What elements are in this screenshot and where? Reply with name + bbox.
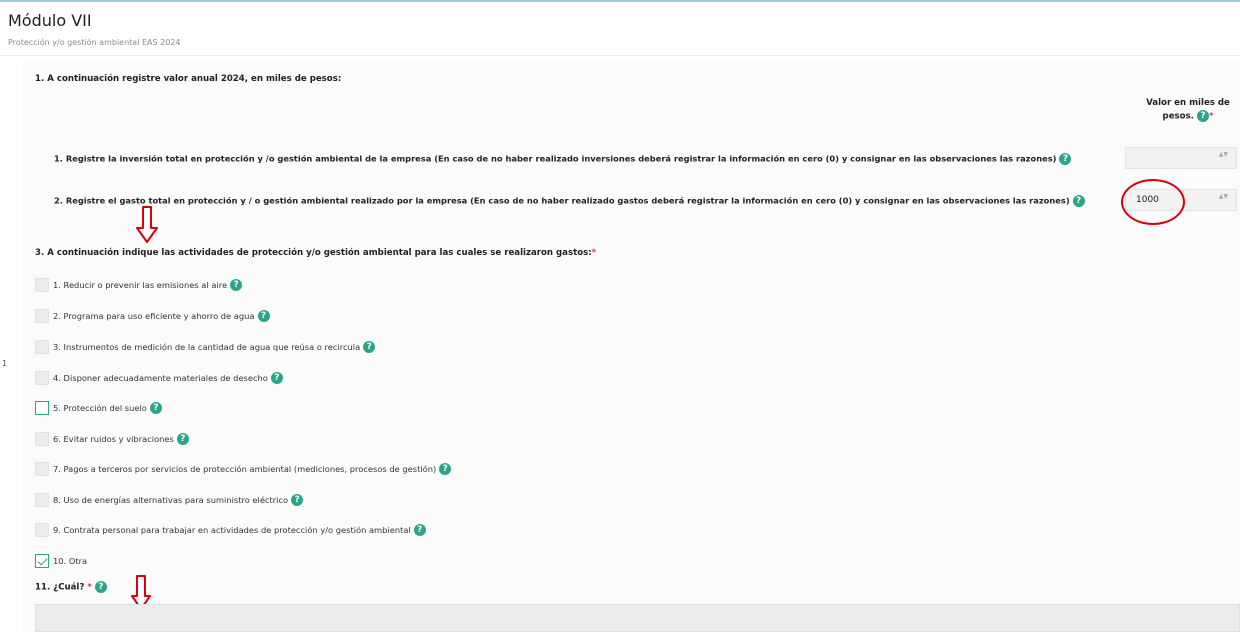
question-3-heading-text: 3. A continuación indique las actividade… [35,248,592,258]
option-7[interactable]: 7. Pagos a terceros por servicios de pro… [35,461,452,477]
help-icon[interactable]: ? [176,433,189,445]
option-label: 2. Programa para uso eficiente y ahorro … [53,311,255,321]
question-11-text: 11. ¿Cuál? [35,582,85,593]
checkbox[interactable] [35,432,49,446]
expense-row-label: 2. Registre el gasto total en protección… [54,195,1085,207]
option-2[interactable]: 2. Programa para uso eficiente y ahorro … [35,308,270,324]
option-3[interactable]: 3. Instrumentos de medición de la cantid… [35,339,376,355]
help-icon[interactable]: ? [270,372,283,384]
option-4[interactable]: 4. Disponer adecuadamente materiales de … [35,370,283,386]
checkbox[interactable] [35,309,49,323]
checkbox[interactable] [35,340,49,354]
required-marker: * [1208,111,1214,122]
value-column-header-line1: Valor en miles de [1146,98,1230,108]
help-icon[interactable]: ? [1196,110,1209,122]
module-subtitle: Protección y/o gestión ambiental EAS 202… [8,38,181,47]
option-6[interactable]: 6. Evitar ruidos y vibraciones? [35,431,189,447]
checkbox[interactable] [35,371,49,385]
annotation-arrow-icon [136,206,158,243]
option-label: 3. Instrumentos de medición de la cantid… [53,342,361,352]
help-icon[interactable]: ? [1072,195,1085,207]
checkbox[interactable] [35,523,49,537]
option-label: 6. Evitar ruidos y vibraciones [53,434,174,444]
checkbox[interactable] [35,278,49,292]
question-1-heading: 1. A continuación registre valor anual 2… [35,74,342,84]
module-title: Módulo VII [8,11,92,30]
value-column-header-text: pesos. [1162,111,1194,122]
checkbox[interactable] [35,493,49,507]
option-10[interactable]: 10. Otra [35,553,87,569]
option-label: 1. Reducir o prevenir las emisiones al a… [53,280,228,290]
help-icon[interactable]: ? [230,279,243,291]
help-icon[interactable]: ? [439,463,452,475]
expense-label-text: 2. Registre el gasto total en protección… [54,195,1070,206]
cual-textarea[interactable] [35,604,1240,632]
help-icon[interactable]: ? [363,341,376,353]
required-marker: * [87,582,92,593]
option-8[interactable]: 8. Uso de energías alternativas para sum… [35,492,304,508]
investment-input[interactable]: ▲▼ [1125,147,1237,169]
top-border [0,0,1240,2]
required-marker: * [591,248,597,258]
checkbox-checked[interactable] [35,554,49,568]
spinner-icon[interactable]: ▲▼ [1219,194,1228,200]
checkbox[interactable] [35,462,49,476]
option-1[interactable]: 1. Reducir o prevenir las emisiones al a… [35,277,243,293]
investment-row-label: 1. Registre la inversión total en protec… [54,153,1072,165]
investment-label-text: 1. Registre la inversión total en protec… [54,153,1057,164]
option-5[interactable]: 5. Protección del suelo? [35,400,162,416]
header-divider [0,55,1240,56]
help-icon[interactable]: ? [1059,153,1072,165]
question-3-heading: 3. A continuación indique las actividade… [35,248,596,258]
option-label: 10. Otra [53,556,88,566]
annotation-circle [1121,179,1185,225]
help-icon[interactable]: ? [257,310,270,322]
question-11-label: 11. ¿Cuál? *? [35,581,107,593]
help-icon[interactable]: ? [291,494,304,506]
edge-mark: 1 [2,359,8,368]
option-label: 5. Protección del suelo [53,403,147,413]
value-column-header-line2: pesos.? * [1136,110,1240,124]
option-label: 8. Uso de energías alternativas para sum… [53,495,289,505]
help-icon[interactable]: ? [149,402,162,414]
option-label: 7. Pagos a terceros por servicios de pro… [53,464,437,474]
checkbox[interactable] [35,401,49,415]
value-column-header: Valor en miles de pesos.? * [1136,97,1240,124]
help-icon[interactable]: ? [413,524,426,536]
help-icon[interactable]: ? [94,581,107,593]
option-label: 9. Contrata personal para trabajar en ac… [53,525,411,535]
option-label: 4. Disponer adecuadamente materiales de … [53,373,268,383]
spinner-icon[interactable]: ▲▼ [1219,152,1228,158]
option-9[interactable]: 9. Contrata personal para trabajar en ac… [35,522,426,538]
